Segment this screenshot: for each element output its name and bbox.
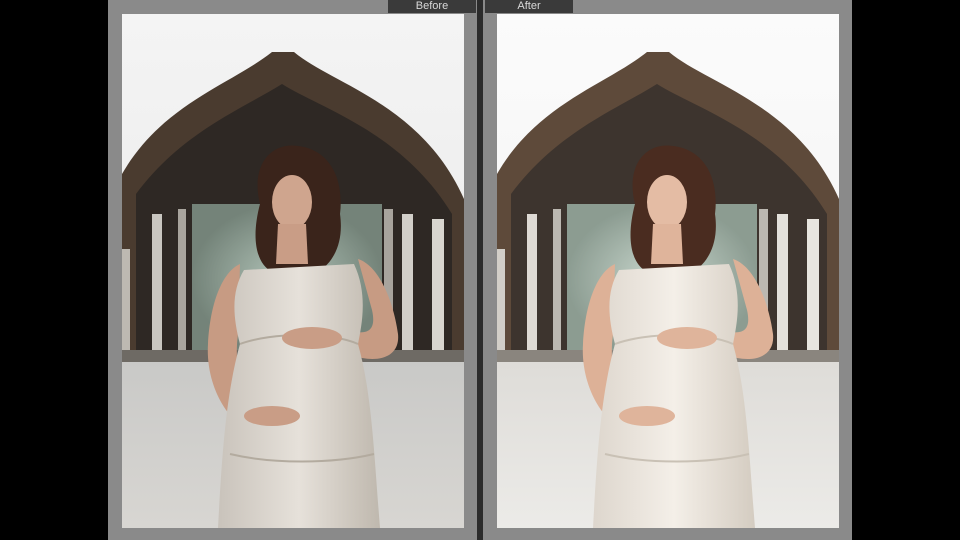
compare-divider[interactable] bbox=[477, 0, 483, 540]
before-photo bbox=[122, 14, 464, 528]
after-label: After bbox=[485, 0, 573, 13]
after-photo bbox=[497, 14, 839, 528]
before-after-compare-view: Before After bbox=[0, 0, 960, 540]
before-label: Before bbox=[388, 0, 476, 13]
